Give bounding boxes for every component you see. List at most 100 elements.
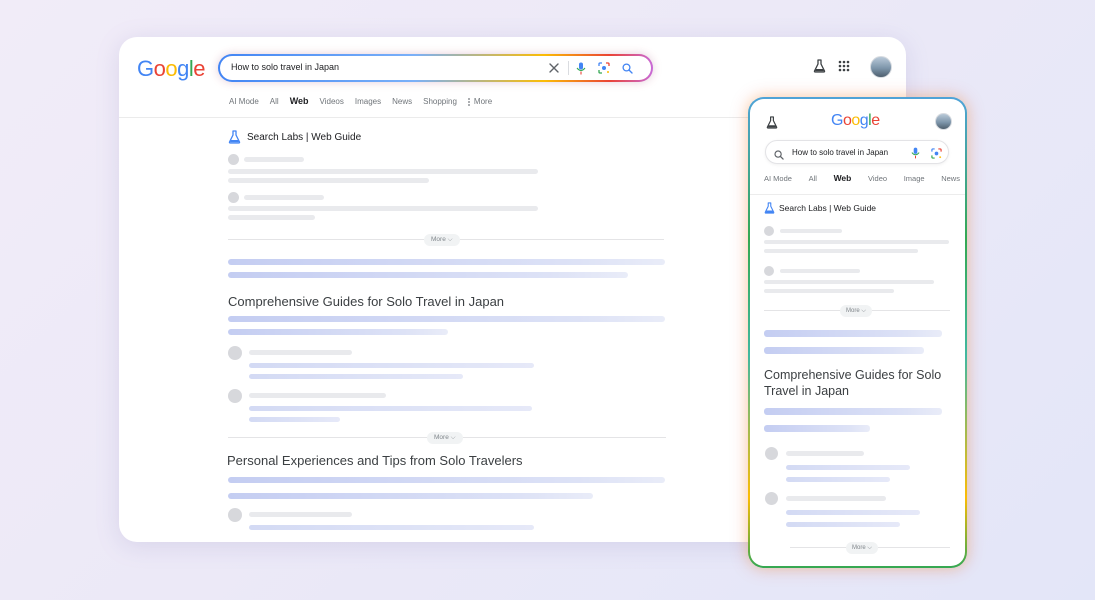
mobile-search-frame: Google How to solo travel in Japan AI Mo… — [748, 97, 967, 568]
more-vert-icon — [468, 97, 470, 106]
result-source-placeholder — [780, 269, 860, 273]
search-labs-header: Search Labs | Web Guide — [764, 202, 876, 214]
result-line-placeholder — [249, 374, 463, 379]
summary-line-placeholder — [764, 330, 942, 337]
mic-icon[interactable] — [573, 60, 589, 76]
summary-line-placeholder — [764, 425, 870, 432]
close-icon[interactable] — [546, 60, 562, 76]
tab-images[interactable]: Images — [355, 97, 381, 106]
separator — [568, 61, 569, 75]
tab-video[interactable]: Video — [868, 174, 887, 183]
result-favicon — [765, 447, 778, 460]
summary-line-placeholder — [228, 477, 665, 483]
result-line-placeholder — [764, 280, 934, 284]
search-input[interactable]: How to solo travel in Japan — [218, 54, 653, 82]
labs-flask-icon — [764, 202, 775, 214]
more-label: More — [846, 308, 860, 314]
result-favicon — [764, 226, 774, 236]
section-heading[interactable]: Personal Experiences and Tips from Solo … — [227, 453, 523, 468]
result-favicon — [765, 492, 778, 505]
header-divider — [750, 194, 965, 195]
summary-line-placeholder — [228, 272, 628, 278]
search-labs-header: Search Labs | Web Guide — [228, 130, 361, 144]
result-line-placeholder — [249, 363, 534, 368]
result-source-placeholder — [786, 451, 864, 456]
result-favicon — [228, 346, 242, 360]
result-source-placeholder — [249, 512, 352, 517]
result-line-placeholder — [764, 240, 949, 244]
more-label: More — [852, 545, 866, 551]
result-line-placeholder — [764, 249, 918, 253]
search-tabs: AI Mode All Web Video Image News — [764, 173, 960, 183]
lens-icon[interactable] — [931, 146, 942, 164]
section-heading[interactable]: Comprehensive Guides for Solo Travel in … — [764, 367, 959, 399]
result-line-placeholder — [228, 169, 538, 174]
result-favicon — [228, 192, 239, 203]
summary-line-placeholder — [764, 408, 942, 415]
google-logo[interactable]: Google — [831, 112, 880, 130]
result-line-placeholder — [249, 525, 534, 530]
avatar[interactable] — [870, 56, 892, 78]
search-labs-label: Search Labs | Web Guide — [779, 203, 877, 213]
search-labs-label: Search Labs | Web Guide — [247, 131, 362, 143]
result-line-placeholder — [228, 215, 315, 220]
labs-flask-icon[interactable] — [813, 59, 826, 78]
tab-ai-mode[interactable]: AI Mode — [764, 174, 792, 183]
tab-shopping[interactable]: Shopping — [423, 97, 457, 106]
result-favicon — [764, 266, 774, 276]
result-favicon — [228, 508, 242, 522]
summary-line-placeholder — [228, 329, 448, 335]
summary-line-placeholder — [228, 259, 665, 265]
result-line-placeholder — [764, 289, 894, 293]
lens-icon[interactable] — [596, 60, 612, 76]
result-source-placeholder — [786, 496, 886, 501]
section-heading[interactable]: Comprehensive Guides for Solo Travel in … — [228, 294, 504, 309]
tab-more-label: More — [473, 97, 493, 106]
mic-icon[interactable] — [911, 146, 920, 164]
tab-videos[interactable]: Videos — [320, 97, 344, 106]
tab-web[interactable]: Web — [290, 96, 309, 106]
result-source-placeholder — [249, 393, 386, 398]
summary-line-placeholder — [228, 493, 593, 499]
labs-flask-icon[interactable] — [766, 116, 778, 134]
tab-web[interactable]: Web — [834, 173, 852, 183]
more-button[interactable]: More ⌵ — [424, 234, 460, 246]
summary-line-placeholder — [228, 316, 665, 322]
search-input[interactable]: How to solo travel in Japan — [765, 140, 949, 164]
tab-news[interactable]: News — [941, 174, 960, 183]
result-line-placeholder — [249, 406, 532, 411]
result-line-placeholder — [228, 178, 429, 183]
search-icon[interactable] — [774, 147, 784, 165]
result-line-placeholder — [786, 510, 920, 515]
result-line-placeholder — [249, 417, 340, 422]
tab-more[interactable]: More — [468, 97, 503, 106]
tab-news[interactable]: News — [392, 97, 412, 106]
tab-ai-mode[interactable]: AI Mode — [229, 97, 259, 106]
result-line-placeholder — [786, 477, 890, 482]
result-source-placeholder — [244, 195, 324, 200]
result-line-placeholder — [786, 465, 910, 470]
search-query[interactable]: How to solo travel in Japan — [231, 62, 339, 72]
search-icon[interactable] — [619, 60, 635, 76]
result-source-placeholder — [244, 157, 304, 162]
google-logo[interactable]: Google — [137, 56, 206, 82]
tab-all[interactable]: All — [809, 174, 817, 183]
result-favicon — [228, 389, 242, 403]
result-source-placeholder — [249, 350, 352, 355]
result-source-placeholder — [780, 229, 842, 233]
more-button[interactable]: More ⌵ — [427, 432, 463, 444]
more-label: More — [434, 434, 449, 441]
tab-all[interactable]: All — [270, 97, 279, 106]
avatar[interactable] — [935, 113, 952, 130]
more-button[interactable]: More ⌵ — [840, 305, 872, 317]
tab-image[interactable]: Image — [904, 174, 925, 183]
summary-line-placeholder — [764, 347, 924, 354]
more-button[interactable]: More ⌵ — [846, 542, 878, 554]
apps-grid-icon[interactable] — [838, 59, 850, 77]
mobile-screen: Google How to solo travel in Japan AI Mo… — [750, 99, 965, 566]
result-line-placeholder — [228, 206, 538, 211]
result-favicon — [228, 154, 239, 165]
labs-flask-icon — [228, 130, 241, 144]
search-query[interactable]: How to solo travel in Japan — [792, 148, 888, 157]
more-label: More — [431, 236, 446, 243]
